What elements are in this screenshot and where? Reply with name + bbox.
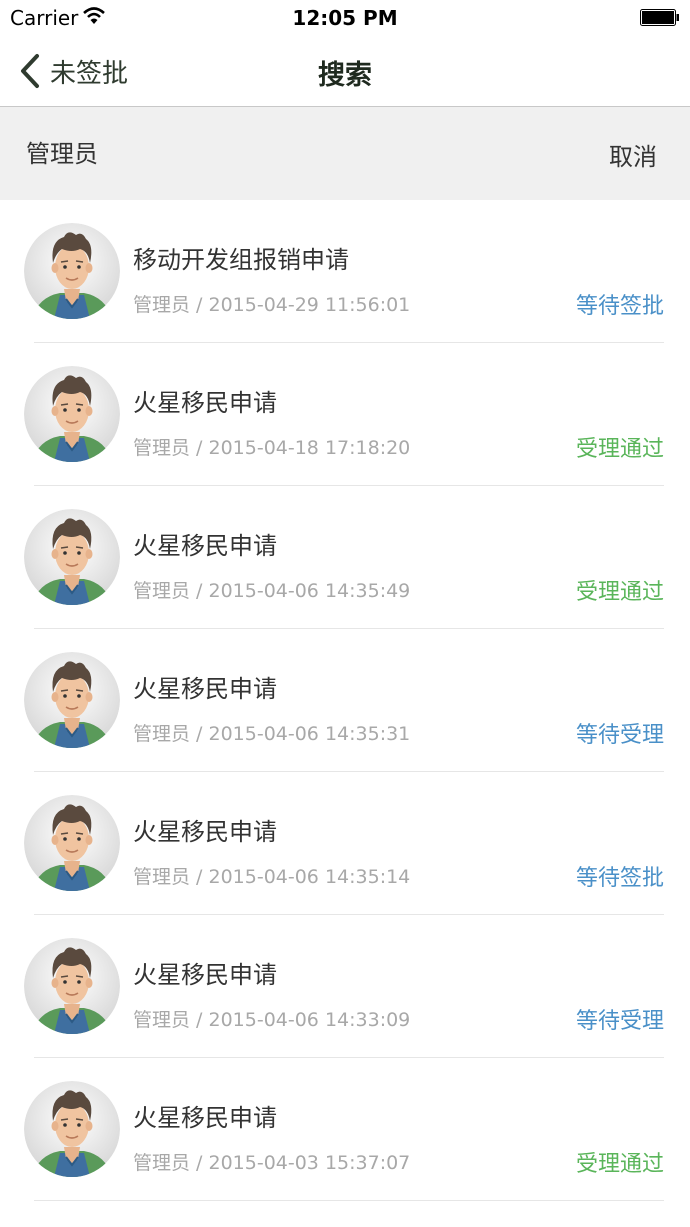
- user-avatar-icon: [24, 223, 120, 319]
- item-meta: 管理员 / 2015-04-06 14:35:14: [133, 866, 411, 888]
- list-item[interactable]: 移动开发组报销申请 管理员 / 2015-04-29 11:56:01 等待签批: [0, 200, 690, 343]
- item-title: 移动开发组报销申请: [133, 246, 349, 274]
- item-title: 火星移民申请: [133, 675, 277, 703]
- status-badge: 等待受理: [575, 723, 664, 748]
- avatar: [24, 366, 120, 462]
- list-item[interactable]: 火星移民申请 管理员 / 2015-04-06 14:35:49 受理通过: [0, 486, 690, 629]
- item-title: 火星移民申请: [133, 1104, 277, 1132]
- result-list: 移动开发组报销申请 管理员 / 2015-04-29 11:56:01 等待签批: [0, 200, 690, 1201]
- search-bar: 取消: [0, 107, 690, 200]
- user-avatar-icon: [24, 652, 120, 748]
- battery-icon: [640, 9, 679, 26]
- avatar: [24, 795, 120, 891]
- divider: [34, 1200, 664, 1201]
- item-meta: 管理员 / 2015-04-06 14:33:09: [133, 1009, 411, 1031]
- user-avatar-icon: [24, 366, 120, 462]
- list-item[interactable]: 火星移民申请 管理员 / 2015-04-03 15:37:07 受理通过: [0, 1058, 690, 1201]
- avatar: [24, 509, 120, 605]
- user-avatar-icon: [24, 509, 120, 605]
- list-item[interactable]: 火星移民申请 管理员 / 2015-04-06 14:33:09 等待受理: [0, 915, 690, 1058]
- status-badge: 等待签批: [575, 866, 664, 891]
- list-item[interactable]: 火星移民申请 管理员 / 2015-04-06 14:35:31 等待受理: [0, 629, 690, 772]
- avatar: [24, 223, 120, 319]
- user-avatar-icon: [24, 1081, 120, 1177]
- user-avatar-icon: [24, 938, 120, 1034]
- status-bar: Carrier 12:05 PM: [0, 0, 690, 36]
- navigation-bar: 未签批 搜索: [0, 36, 690, 107]
- avatar: [24, 652, 120, 748]
- list-item[interactable]: 火星移民申请 管理员 / 2015-04-06 14:35:14 等待签批: [0, 772, 690, 915]
- clock: 12:05 PM: [292, 6, 398, 30]
- page-title: 搜索: [318, 60, 372, 91]
- avatar: [24, 938, 120, 1034]
- item-meta: 管理员 / 2015-04-29 11:56:01: [133, 294, 411, 316]
- status-badge: 受理通过: [575, 1152, 664, 1177]
- item-title: 火星移民申请: [133, 532, 277, 560]
- item-meta: 管理员 / 2015-04-06 14:35:31: [133, 723, 411, 745]
- user-avatar-icon: [24, 795, 120, 891]
- item-title: 火星移民申请: [133, 818, 277, 846]
- avatar: [24, 1081, 120, 1177]
- item-meta: 管理员 / 2015-04-18 17:18:20: [133, 437, 411, 459]
- list-item[interactable]: 火星移民申请 管理员 / 2015-04-18 17:18:20 受理通过: [0, 343, 690, 486]
- status-badge: 受理通过: [575, 437, 664, 462]
- item-title: 火星移民申请: [133, 389, 277, 417]
- status-badge: 受理通过: [575, 580, 664, 605]
- search-input[interactable]: [26, 137, 476, 165]
- item-meta: 管理员 / 2015-04-03 15:37:07: [133, 1152, 411, 1174]
- status-badge: 等待签批: [575, 294, 664, 319]
- status-badge: 等待受理: [575, 1009, 664, 1034]
- item-title: 火星移民申请: [133, 961, 277, 989]
- cancel-button[interactable]: 取消: [609, 137, 657, 172]
- item-meta: 管理员 / 2015-04-06 14:35:49: [133, 580, 411, 602]
